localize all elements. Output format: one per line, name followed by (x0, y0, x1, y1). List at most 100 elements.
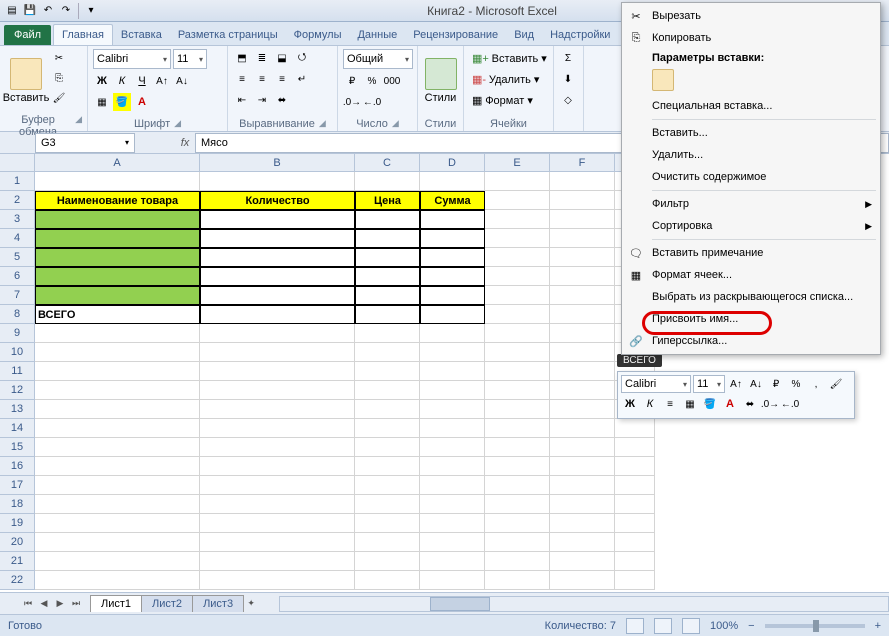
sheet-nav-prev[interactable]: ◀ (36, 596, 52, 612)
cell[interactable] (355, 286, 420, 305)
cell[interactable] (550, 191, 615, 210)
cell[interactable] (200, 305, 355, 324)
row-header[interactable]: 19 (0, 514, 35, 533)
select-all-corner[interactable] (0, 154, 35, 172)
cell[interactable] (35, 362, 200, 381)
row-header[interactable]: 9 (0, 324, 35, 343)
cell[interactable] (200, 229, 355, 248)
view-normal-button[interactable] (626, 618, 644, 634)
row-header[interactable]: 2 (0, 191, 35, 210)
cell[interactable] (200, 495, 355, 514)
cell[interactable] (35, 248, 200, 267)
cell[interactable] (615, 495, 655, 514)
align-middle-button[interactable]: ≣ (253, 49, 271, 67)
format-cells-button[interactable]: ▦ Формат ▾ (469, 91, 551, 109)
row-header[interactable]: 3 (0, 210, 35, 229)
format-painter-button[interactable]: 🖌 (50, 89, 68, 107)
ctx-delete[interactable]: Удалить... (624, 144, 878, 166)
cell[interactable] (355, 362, 420, 381)
align-right-button[interactable]: ≡ (273, 70, 291, 88)
column-header[interactable]: D (420, 154, 485, 172)
save-icon[interactable]: 💾 (22, 3, 38, 19)
cell[interactable] (35, 400, 200, 419)
cell[interactable] (355, 533, 420, 552)
decrease-indent-button[interactable]: ⇤ (233, 91, 251, 109)
cell[interactable] (420, 552, 485, 571)
cell[interactable] (420, 419, 485, 438)
cell[interactable] (35, 552, 200, 571)
view-pagebreak-button[interactable] (682, 618, 700, 634)
cell[interactable] (200, 267, 355, 286)
styles-button[interactable]: Стили (423, 49, 458, 113)
cell[interactable] (200, 400, 355, 419)
cell[interactable] (420, 324, 485, 343)
cell[interactable] (355, 400, 420, 419)
cell[interactable] (355, 381, 420, 400)
cell[interactable] (615, 552, 655, 571)
cell[interactable] (355, 210, 420, 229)
cell[interactable] (485, 248, 550, 267)
mini-shrink-font[interactable]: A↓ (747, 375, 765, 393)
column-header[interactable]: B (200, 154, 355, 172)
increase-decimal-button[interactable]: .0→ (343, 93, 361, 111)
cell[interactable] (200, 571, 355, 590)
cell[interactable] (35, 172, 200, 191)
cell[interactable] (550, 476, 615, 495)
sheet-tab-2[interactable]: Лист2 (141, 595, 193, 612)
horizontal-scrollbar[interactable] (279, 596, 889, 612)
redo-icon[interactable]: ↷ (58, 3, 74, 19)
cell[interactable] (485, 552, 550, 571)
paste-option-icon[interactable] (652, 69, 674, 91)
cell[interactable] (355, 552, 420, 571)
cell[interactable] (485, 457, 550, 476)
font-size-combo[interactable]: 11▾ (173, 49, 207, 69)
merge-button[interactable]: ⬌ (273, 91, 291, 109)
align-center-button[interactable]: ≡ (253, 70, 271, 88)
row-header[interactable]: 4 (0, 229, 35, 248)
cut-button[interactable]: ✂ (50, 49, 68, 67)
cell[interactable]: Сумма (420, 191, 485, 210)
align-bottom-button[interactable]: ⬓ (273, 49, 291, 67)
cell[interactable] (550, 324, 615, 343)
cell[interactable] (200, 533, 355, 552)
cell[interactable] (200, 457, 355, 476)
cell[interactable] (200, 324, 355, 343)
cell[interactable] (420, 381, 485, 400)
align-top-button[interactable]: ⬒ (233, 49, 251, 67)
mini-font-color[interactable]: A (721, 395, 739, 413)
ctx-sort[interactable]: Сортировка▶ (624, 215, 878, 237)
undo-icon[interactable]: ↶ (40, 3, 56, 19)
mini-grow-font[interactable]: A↑ (727, 375, 745, 393)
cell[interactable] (420, 533, 485, 552)
row-header[interactable]: 11 (0, 362, 35, 381)
cell[interactable] (420, 457, 485, 476)
cell[interactable] (550, 552, 615, 571)
cell[interactable] (355, 476, 420, 495)
cell[interactable] (550, 381, 615, 400)
mini-border[interactable]: ▦ (681, 395, 699, 413)
mini-size-combo[interactable]: 11▾ (693, 375, 725, 393)
cell[interactable] (420, 514, 485, 533)
clear-button[interactable]: ◇ (559, 91, 577, 109)
cell[interactable] (355, 457, 420, 476)
mini-fill-color[interactable]: 🪣 (701, 395, 719, 413)
wrap-text-button[interactable]: ↵ (293, 70, 311, 88)
cell[interactable] (550, 571, 615, 590)
cell[interactable] (615, 419, 655, 438)
fx-icon[interactable]: fx (175, 137, 195, 149)
mini-font-combo[interactable]: Calibri▾ (621, 375, 691, 393)
cell[interactable] (485, 381, 550, 400)
cell[interactable] (485, 286, 550, 305)
cell[interactable] (550, 438, 615, 457)
cell[interactable]: Количество (200, 191, 355, 210)
border-button[interactable]: ▦ (93, 93, 111, 111)
ctx-clear[interactable]: Очистить содержимое (624, 166, 878, 188)
cell[interactable] (485, 571, 550, 590)
cell[interactable] (485, 495, 550, 514)
cell[interactable] (200, 476, 355, 495)
new-sheet-button[interactable]: ✦ (243, 596, 259, 612)
cell[interactable] (200, 210, 355, 229)
tab-data[interactable]: Данные (349, 25, 405, 45)
cell[interactable] (485, 533, 550, 552)
column-headers[interactable]: ABCDEFG (35, 154, 655, 172)
